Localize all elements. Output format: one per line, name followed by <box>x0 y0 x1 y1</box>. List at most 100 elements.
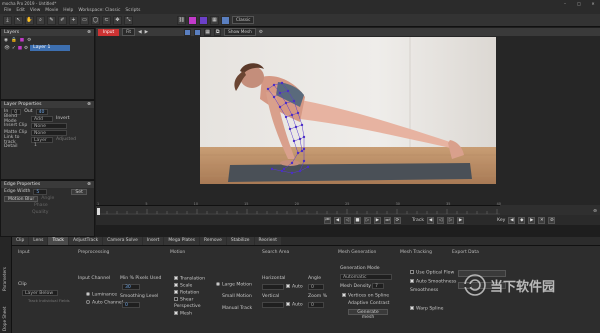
side-tab-dope-sheet[interactable]: Dope Sheet <box>2 307 7 331</box>
layer-color-icon[interactable] <box>188 15 197 25</box>
track-individual-fields[interactable]: Track Individual Fields <box>28 298 70 303</box>
tab-remove[interactable]: Remove <box>200 237 226 245</box>
zoom-icon[interactable]: ⌕ <box>36 15 45 25</box>
luminance-radio[interactable] <box>86 292 90 296</box>
smoothing-field[interactable]: 0 <box>122 302 140 308</box>
footage-canvas[interactable] <box>200 37 496 184</box>
vertices-on-spline[interactable]: Vertices on Spline <box>342 293 389 299</box>
show-mesh-icon[interactable]: ⧉ <box>214 28 222 36</box>
delete-keyframe-icon[interactable]: ✕ <box>538 216 546 224</box>
circle-icon[interactable]: ◯ <box>91 15 100 25</box>
layer-name[interactable]: Layer 1 <box>30 45 71 51</box>
viewer-options-icon[interactable]: ⚙ <box>259 30 263 35</box>
insert-clip-select[interactable]: None <box>31 122 67 129</box>
auto-smoothness-check[interactable] <box>410 279 414 283</box>
tab-stabilize[interactable]: Stabilize <box>226 237 254 245</box>
timeline-ruler[interactable] <box>96 208 501 215</box>
show-planar-icon[interactable] <box>194 28 202 36</box>
play-forward-icon[interactable]: ▷ <box>364 216 371 224</box>
link-icon[interactable]: ⛓ <box>177 15 186 25</box>
motion-blur-button[interactable]: Motion Blur <box>4 195 39 202</box>
motion-rotation[interactable]: Rotation <box>174 290 199 296</box>
bezier-icon[interactable]: ✐ <box>58 15 67 25</box>
add-point-icon[interactable]: + <box>69 15 78 25</box>
select-icon[interactable]: ↖ <box>14 15 23 25</box>
layer-row[interactable]: 👁 ✓ ■ ⚙ Layer 1 <box>1 45 94 51</box>
scale-check[interactable] <box>174 283 178 287</box>
rect-icon[interactable]: ▭ <box>80 15 89 25</box>
vertical-auto-check[interactable] <box>286 302 290 306</box>
check-icon[interactable]: ✓ <box>12 46 16 51</box>
motion-scale[interactable]: Scale <box>174 283 192 289</box>
loop-icon[interactable]: ⟳ <box>394 216 401 224</box>
menu-view[interactable]: View <box>30 7 40 14</box>
auto-channel-radio[interactable] <box>86 300 90 304</box>
small-motion-label[interactable]: Small Motion <box>222 294 252 299</box>
next-keyframe-icon[interactable]: ▶ <box>528 216 536 224</box>
horizontal-auto[interactable]: Auto <box>286 284 303 290</box>
angle-field[interactable]: 0 <box>308 284 324 290</box>
grid-icon[interactable]: ▦ <box>210 15 219 25</box>
tab-clip[interactable]: Clip <box>12 237 29 245</box>
use-optical-flow[interactable]: Use Optical Flow <box>410 270 454 276</box>
generation-mode-select[interactable]: Automatic <box>340 274 392 280</box>
menu-file[interactable]: File <box>4 7 11 14</box>
out-field[interactable]: 40 <box>35 108 48 115</box>
horizontal-field[interactable] <box>262 284 284 290</box>
vertical-field[interactable] <box>262 302 284 308</box>
optical-flow-check[interactable] <box>410 270 414 274</box>
side-tab-parameters[interactable]: Parameters <box>2 267 7 291</box>
add-keyframe-icon[interactable]: ◆ <box>518 216 526 224</box>
track-fwd-one-icon[interactable]: ▷ <box>447 216 455 224</box>
mask-color-icon[interactable] <box>199 15 208 25</box>
menu-workspace[interactable]: Workspace: Classic <box>78 7 120 14</box>
horizontal-auto-check[interactable] <box>286 284 290 288</box>
prev-key-icon[interactable]: ◀ <box>334 216 341 224</box>
tab-mega-plates[interactable]: Mega Plates <box>164 237 200 245</box>
color-icon[interactable]: ■ <box>20 38 24 43</box>
mesh-check[interactable] <box>174 311 178 315</box>
play-back-icon[interactable]: ◁ <box>344 216 351 224</box>
panel-menu-icon[interactable]: ⊗ <box>87 101 91 108</box>
xspline-icon[interactable]: ✎ <box>47 15 56 25</box>
tab-lens[interactable]: Lens <box>29 237 48 245</box>
rotation-check[interactable] <box>174 290 178 294</box>
frame-prev-icon[interactable]: ◀ <box>138 30 142 35</box>
vertices-check[interactable] <box>342 293 346 297</box>
vertical-auto[interactable]: Auto <box>286 302 303 308</box>
maximize-button[interactable]: □ <box>572 0 586 7</box>
zoom-field[interactable]: 0 <box>308 302 324 308</box>
show-grid-icon[interactable]: ▦ <box>204 28 212 36</box>
track-back-one-icon[interactable]: ◁ <box>437 216 445 224</box>
link-select[interactable]: Layer 1 <box>31 136 53 148</box>
scale-icon[interactable]: ⤡ <box>124 15 133 25</box>
blend-select[interactable]: Add <box>31 115 53 122</box>
hand-icon[interactable]: ✋ <box>25 15 34 25</box>
next-key-icon[interactable]: ▶ <box>374 216 381 224</box>
view-mode-select[interactable]: Show Mesh <box>224 28 256 36</box>
warp-spline-check[interactable] <box>410 306 414 310</box>
tab-camera-solve[interactable]: Camera Solve <box>103 237 142 245</box>
menu-movie[interactable]: Movie <box>45 7 58 14</box>
menu-help[interactable]: Help <box>63 7 73 14</box>
workspace-select[interactable]: Classic <box>232 16 255 24</box>
auto-smoothness[interactable]: Auto Smoothness <box>410 279 456 285</box>
tab-insert[interactable]: Insert <box>142 237 164 245</box>
panel-close-icon[interactable]: ⊗ <box>87 29 91 36</box>
generate-mesh-button[interactable]: Generate mesh <box>348 309 388 320</box>
minimize-button[interactable]: – <box>558 0 572 7</box>
lock-icon[interactable]: 🔒 <box>11 38 17 43</box>
track-back-icon[interactable]: ◀ <box>427 216 435 224</box>
tab-track[interactable]: Track <box>48 237 68 245</box>
magnet-icon[interactable]: ⊂ <box>102 15 111 25</box>
min-pixels-field[interactable]: 30 <box>122 284 140 290</box>
motion-perspective[interactable]: Perspective <box>174 304 201 309</box>
eye-icon[interactable]: 👁 <box>4 46 10 51</box>
stop-icon[interactable]: ■ <box>354 216 361 224</box>
edge-width-field[interactable]: 5 <box>33 188 48 195</box>
translation-check[interactable] <box>174 276 178 280</box>
motion-mesh[interactable]: Mesh <box>174 311 192 317</box>
zoom-select[interactable]: Fit <box>122 28 136 36</box>
menu-scripts[interactable]: Scripts <box>125 7 140 14</box>
warp-spline[interactable]: Warp Spline <box>410 306 443 312</box>
